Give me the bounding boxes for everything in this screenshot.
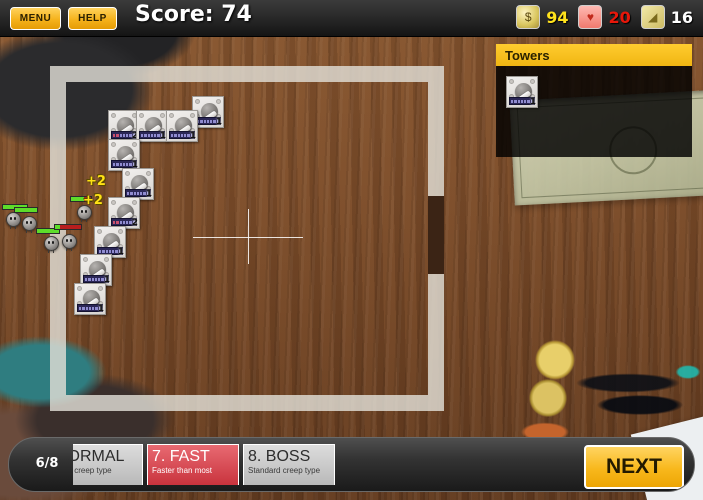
- wave-card-description: dard creep type: [73, 466, 112, 475]
- wave-card-title: 7. FAST: [152, 448, 210, 465]
- lives-stat: ♥ 20: [578, 5, 631, 29]
- wave-stat: ◢ 16: [640, 5, 693, 29]
- score-label: Score:: [135, 2, 214, 27]
- tower-bar-segment: [517, 99, 520, 103]
- board-frame: [50, 66, 444, 411]
- tower-bar-segment: [514, 99, 517, 103]
- path-entry-gap: [50, 196, 66, 268]
- gold-value: 94: [546, 7, 569, 27]
- gold-stat: $ 94: [516, 5, 568, 29]
- coin-icon: $: [516, 5, 541, 29]
- status-indicators: $ 94 ♥ 20 ◢ 16: [516, 5, 693, 29]
- game-screen: MENU HELP Score: 74 $ 94 ♥ 20 ◢ 16 Tower…: [0, 0, 703, 500]
- wave-progress: 6/8: [35, 456, 59, 471]
- wave-card-title: NORMAL: [73, 448, 125, 465]
- towers-panel-title: Towers: [496, 44, 692, 66]
- tower-screw: [509, 79, 514, 84]
- wave-card-fast[interactable]: 7. FAST Faster than most: [147, 444, 239, 485]
- tower-level-badge: 1: [529, 97, 536, 107]
- crosshair-vertical-line: [248, 209, 249, 264]
- tower-bar-segment: [524, 99, 527, 103]
- next-wave-button[interactable]: NEXT: [584, 445, 684, 489]
- wave-card-description: Faster than most: [152, 466, 213, 475]
- tower-bar-segment: [520, 99, 524, 103]
- wave-card-title: 8. BOSS: [248, 448, 311, 465]
- lives-value: 20: [608, 7, 631, 27]
- path-exit-gap: [428, 196, 444, 274]
- wave-count-value: 16: [670, 7, 693, 27]
- wave-card-description: Standard creep type: [248, 466, 321, 475]
- heart-icon: ♥: [578, 5, 603, 29]
- towers-panel: Towers 1: [496, 44, 692, 157]
- wave-card-normal[interactable]: NORMALdard creep type: [73, 444, 143, 485]
- top-header-bar: MENU HELP Score: 74 $ 94 ♥ 20 ◢ 16: [0, 0, 703, 37]
- tower-screw: [530, 79, 535, 84]
- menu-button[interactable]: MENU: [10, 7, 61, 30]
- wave-icon: ◢: [640, 5, 665, 29]
- wave-card-boss[interactable]: 8. BOSS Standard creep type: [243, 444, 335, 485]
- score-value: 74: [221, 2, 252, 27]
- towers-panel-list[interactable]: 1: [496, 66, 692, 157]
- help-button[interactable]: HELP: [68, 7, 117, 30]
- score-display: Score: 74: [135, 2, 252, 27]
- wave-bar: 6/8 NORMALdard creep type7. FASTFaster t…: [8, 437, 695, 492]
- wave-queue[interactable]: NORMALdard creep type7. FASTFaster than …: [73, 444, 579, 485]
- shop-tower-basic-tower[interactable]: 1: [506, 76, 538, 108]
- tower-bar-segment: [511, 99, 514, 103]
- game-board[interactable]: [50, 66, 444, 411]
